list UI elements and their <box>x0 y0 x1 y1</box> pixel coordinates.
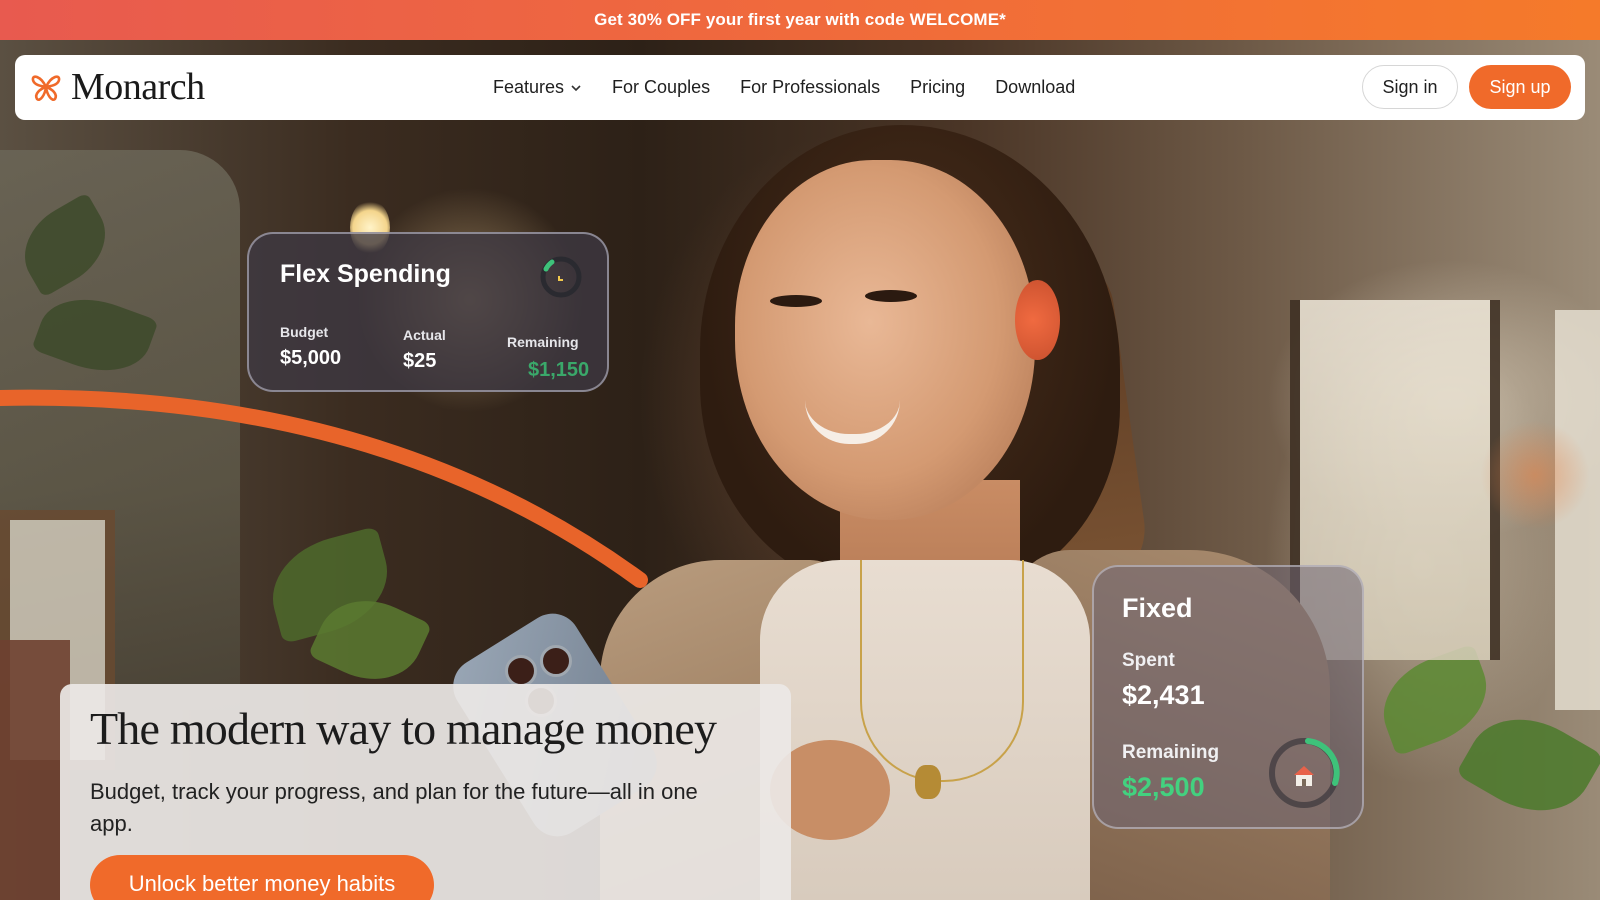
budget-value: $5,000 <box>280 347 342 369</box>
nav-item-features[interactable]: Features <box>493 77 582 98</box>
nav-item-for-professionals[interactable]: For Professionals <box>740 77 880 98</box>
actual-label: Actual <box>403 327 446 343</box>
butterfly-icon <box>31 75 61 101</box>
unlock-money-habits-button[interactable]: Unlock better money habits <box>90 855 434 900</box>
progress-ring-icon <box>1269 738 1340 808</box>
remaining-label: Remaining <box>1122 742 1220 763</box>
remaining-label: Remaining <box>507 334 579 350</box>
spent-label: Spent <box>1122 650 1175 671</box>
remaining-value: $2,500 <box>1122 772 1205 802</box>
promo-banner[interactable]: Get 30% OFF your first year with code WE… <box>0 0 1600 40</box>
nav-item-label: For Professionals <box>740 77 881 97</box>
sign-up-button[interactable]: Sign up <box>1469 65 1571 109</box>
nav-item-for-couples[interactable]: For Couples <box>612 77 710 98</box>
nav-item-label: Pricing <box>910 77 966 97</box>
nav-item-label: Download <box>995 77 1076 97</box>
nav-item-pricing[interactable]: Pricing <box>910 77 965 98</box>
brand-logo[interactable]: Monarch <box>29 67 205 107</box>
flex-spending-card: Flex Spending Budget $5,000 Actual $25 R… <box>247 232 609 392</box>
budget-label: Budget <box>280 324 329 340</box>
hero-subtitle: Budget, track your progress, and plan fo… <box>90 779 698 836</box>
top-navigation: Monarch Features For Couples For Profess… <box>15 55 1585 120</box>
card-title: Flex Spending <box>280 260 451 288</box>
main-menu: Features For Couples For Professionals P… <box>493 55 1075 120</box>
chevron-down-icon <box>571 84 581 91</box>
promo-text: Get 30% OFF your first year with code WE… <box>594 10 1006 29</box>
remaining-value: $1,150 <box>528 359 590 381</box>
nav-item-download[interactable]: Download <box>995 77 1075 98</box>
hero-panel: The modern way to manage money Budget, t… <box>60 684 791 900</box>
fixed-expenses-card: Fixed Spent $2,431 Remaining $2,500 <box>1092 565 1364 829</box>
sign-in-button[interactable]: Sign in <box>1362 65 1458 109</box>
brand-name: Monarch <box>71 66 205 108</box>
actual-value: $25 <box>403 350 437 372</box>
card-title: Fixed <box>1122 593 1193 623</box>
nav-item-label: Features <box>493 77 565 97</box>
house-icon <box>1294 766 1314 786</box>
spent-value: $2,431 <box>1122 680 1205 710</box>
hero-headline: The modern way to manage money <box>90 703 717 754</box>
progress-ring-icon <box>540 256 582 298</box>
nav-item-label: For Couples <box>612 77 711 97</box>
